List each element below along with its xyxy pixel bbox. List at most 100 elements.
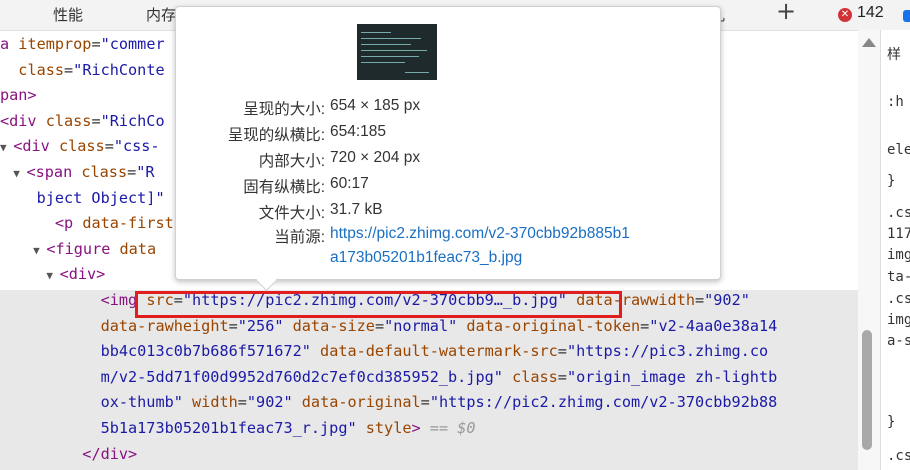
- image-preview-thumbnail: [357, 24, 437, 80]
- code-token: =: [557, 342, 567, 361]
- source-label: 当前源:: [274, 229, 325, 246]
- add-tab-button[interactable]: +: [776, 0, 796, 25]
- styles-pane-text: 117: [887, 226, 910, 242]
- scroll-thumb[interactable]: [862, 330, 872, 450]
- styles-pane-text: img: [887, 247, 910, 263]
- styles-pane-text: ta-: [887, 269, 910, 285]
- code-token: =: [374, 316, 385, 335]
- code-token: </div>: [82, 444, 138, 463]
- tooltip-label: 呈现的纵横比:: [227, 127, 325, 144]
- code-token: "normal": [384, 316, 458, 335]
- styles-pane-text: ele: [887, 142, 910, 158]
- tooltip-value: 654 × 185 px: [330, 97, 421, 114]
- styles-pane-text: a-s: [887, 333, 910, 349]
- styles-pane-text: .cs: [887, 291, 910, 307]
- code-token: ox-thumb": [0, 393, 183, 412]
- code-token: =: [237, 393, 247, 412]
- code-line[interactable]: <p data-first: [0, 211, 174, 237]
- code-line[interactable]: ox-thumb" width="902" data-original="htt…: [0, 390, 778, 416]
- code-token: =: [557, 367, 567, 386]
- code-line[interactable]: <div class="RichCo: [0, 109, 165, 135]
- tooltip-label: 内部大小:: [258, 153, 325, 170]
- code-token: data-size: [292, 316, 375, 335]
- code-line[interactable]: class="RichConte: [0, 58, 164, 84]
- code-line[interactable]: ▼ <figure data: [0, 237, 156, 264]
- styles-pane: 样:h ele} .cs 117 img ta- .cs img a-s} .cs: [880, 30, 910, 470]
- code-token: == $0: [429, 419, 476, 437]
- code-token: "https://pic3.zhimg.co: [566, 342, 769, 361]
- code-token: ▼: [0, 269, 60, 283]
- tooltip-value: 654:185: [330, 123, 387, 140]
- code-line[interactable]: bb4c013c0b7b686f571672" data-default-wat…: [0, 339, 769, 365]
- code-line[interactable]: pan>: [0, 83, 37, 109]
- info-icon[interactable]: [903, 10, 910, 22]
- styles-pane-text: img: [887, 312, 910, 328]
- code-token: "R: [136, 163, 155, 181]
- code-line[interactable]: ▼ <div>: [0, 262, 105, 289]
- code-token: <p: [54, 214, 83, 233]
- vertical-scrollbar[interactable]: [858, 30, 880, 470]
- code-line[interactable]: ▼ <div class="css-: [0, 134, 160, 161]
- tab-performance[interactable]: 性能: [53, 4, 83, 25]
- code-token: "v2-4aa0e38a14: [649, 316, 778, 335]
- scroll-up-arrow-icon[interactable]: [862, 38, 876, 47]
- code-token: <div>: [59, 265, 106, 284]
- code-token: class: [45, 111, 92, 130]
- code-token: class: [81, 163, 128, 181]
- code-line[interactable]: bject Object]": [0, 186, 165, 212]
- image-info-tooltip: 呈现的大小: 654 × 185 px 呈现的纵横比: 654:185 内部大小: 720…: [175, 6, 721, 292]
- code-line[interactable]: 5b1a173b05201b1feac73_r.jpg" style> == $…: [0, 416, 476, 442]
- tooltip-label: 呈现的大小:: [243, 101, 325, 118]
- code-token: <div: [0, 111, 46, 130]
- code-token: data-default-watermark-src: [320, 342, 558, 361]
- code-token: =: [91, 111, 101, 130]
- code-line[interactable]: m/v2-5dd71f00d9952d760d2c7ef0cd385952_b.…: [0, 365, 778, 391]
- tooltip-value: 31.7 kB: [330, 201, 383, 218]
- error-count[interactable]: 142: [857, 4, 884, 22]
- code-token: data-rawheight: [100, 316, 229, 335]
- code-token: style: [365, 419, 412, 437]
- code-token: =: [104, 137, 114, 156]
- code-token: =: [640, 316, 650, 335]
- styles-pane-text: :h: [887, 94, 904, 110]
- code-token: "902": [704, 291, 750, 309]
- source-url-line2[interactable]: a173b05201b1feac73_b.jpg: [330, 249, 522, 267]
- code-token: bject Object]": [0, 188, 165, 207]
- code-token: data-original: [301, 393, 421, 412]
- code-token: <figure: [46, 239, 120, 258]
- code-token: data-first: [82, 214, 174, 233]
- code-token: "css-: [113, 137, 160, 156]
- code-token: "256": [237, 316, 284, 335]
- code-token: data-original-token: [466, 316, 641, 335]
- code-line[interactable]: </div>: [0, 442, 137, 468]
- code-token: =: [420, 393, 430, 412]
- source-url-line1[interactable]: https://pic2.zhimg.com/v2-370cbb92b885b1: [330, 225, 630, 243]
- code-token: ▼: [0, 141, 14, 155]
- src-highlight-box: [135, 291, 622, 318]
- code-token: =: [127, 163, 137, 181]
- tooltip-label: 固有纵横比:: [243, 179, 325, 196]
- tooltip-value: 720 × 204 px: [330, 149, 421, 166]
- code-token: =: [64, 60, 74, 79]
- code-line[interactable]: a itemprop="commer: [0, 32, 165, 58]
- code-token: "origin_image zh-lightb: [566, 367, 778, 386]
- styles-pane-text: }: [887, 414, 896, 430]
- code-token: itemprop: [18, 35, 92, 53]
- tab-memory[interactable]: 内存: [146, 4, 176, 25]
- code-token: "https://pic2.zhimg.com/v2-370cbb92b88: [429, 393, 778, 412]
- x-circle-icon[interactable]: ✕: [838, 8, 852, 22]
- code-token: =: [228, 316, 238, 335]
- code-token: "902": [246, 393, 293, 412]
- tooltip-value: 60:17: [330, 175, 369, 192]
- styles-pane-text: .cs: [887, 205, 910, 221]
- code-token: class: [18, 60, 65, 79]
